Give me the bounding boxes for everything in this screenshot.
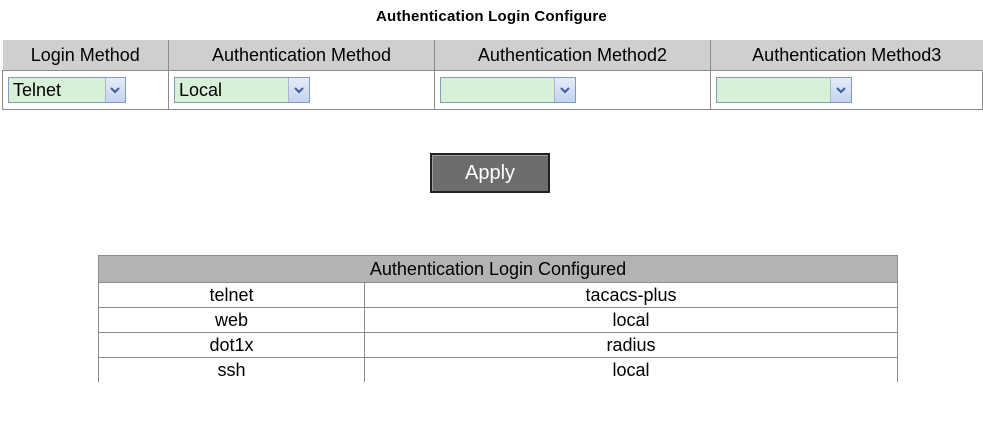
chevron-down-icon[interactable] bbox=[830, 78, 851, 102]
configured-table-title: Authentication Login Configured bbox=[98, 255, 898, 283]
configured-auth-cell: local bbox=[364, 307, 898, 333]
login-method-value: Telnet bbox=[13, 80, 62, 100]
table-row: telnet tacacs-plus bbox=[98, 282, 898, 308]
configured-method-cell: ssh bbox=[98, 357, 365, 382]
header-login-method: Login Method bbox=[2, 40, 169, 71]
login-method-cell: Telnet bbox=[2, 70, 169, 110]
auth-method2-value bbox=[441, 78, 554, 102]
table-row: web local bbox=[98, 307, 898, 333]
table-row: dot1x radius bbox=[98, 332, 898, 358]
apply-button[interactable]: Apply bbox=[430, 153, 550, 193]
header-auth-method3: Authentication Method3 bbox=[710, 40, 983, 71]
login-method-select[interactable]: Telnet bbox=[8, 77, 126, 103]
configured-method-cell: web bbox=[98, 307, 365, 333]
header-auth-method: Authentication Method bbox=[168, 40, 435, 71]
auth-method3-value bbox=[717, 78, 830, 102]
auth-method2-cell bbox=[434, 70, 711, 110]
auth-method-cell: Local bbox=[168, 70, 435, 110]
configured-auth-cell: local bbox=[364, 357, 898, 382]
configured-header-row: Authentication Login Configured bbox=[98, 255, 898, 283]
configured-table: Authentication Login Configured telnet t… bbox=[98, 255, 898, 382]
configured-method-cell: dot1x bbox=[98, 332, 365, 358]
config-header-row: Login Method Authentication Method Authe… bbox=[2, 40, 983, 71]
configured-method-cell: telnet bbox=[98, 282, 365, 308]
chevron-down-icon[interactable] bbox=[554, 78, 575, 102]
auth-method-value: Local bbox=[179, 80, 223, 100]
config-table: Login Method Authentication Method Authe… bbox=[2, 40, 983, 110]
configured-auth-cell: radius bbox=[364, 332, 898, 358]
header-auth-method2: Authentication Method2 bbox=[434, 40, 711, 71]
auth-method3-select[interactable] bbox=[716, 77, 852, 103]
chevron-down-icon[interactable] bbox=[104, 78, 125, 102]
chevron-down-icon[interactable] bbox=[288, 78, 309, 102]
configured-auth-cell: tacacs-plus bbox=[364, 282, 898, 308]
auth-method-select[interactable]: Local bbox=[174, 77, 310, 103]
page-title: Authentication Login Configure bbox=[376, 8, 607, 25]
config-input-row: Telnet Local bbox=[2, 70, 983, 110]
table-row: ssh local bbox=[98, 357, 898, 382]
auth-method2-select[interactable] bbox=[440, 77, 576, 103]
auth-method3-cell bbox=[710, 70, 983, 110]
